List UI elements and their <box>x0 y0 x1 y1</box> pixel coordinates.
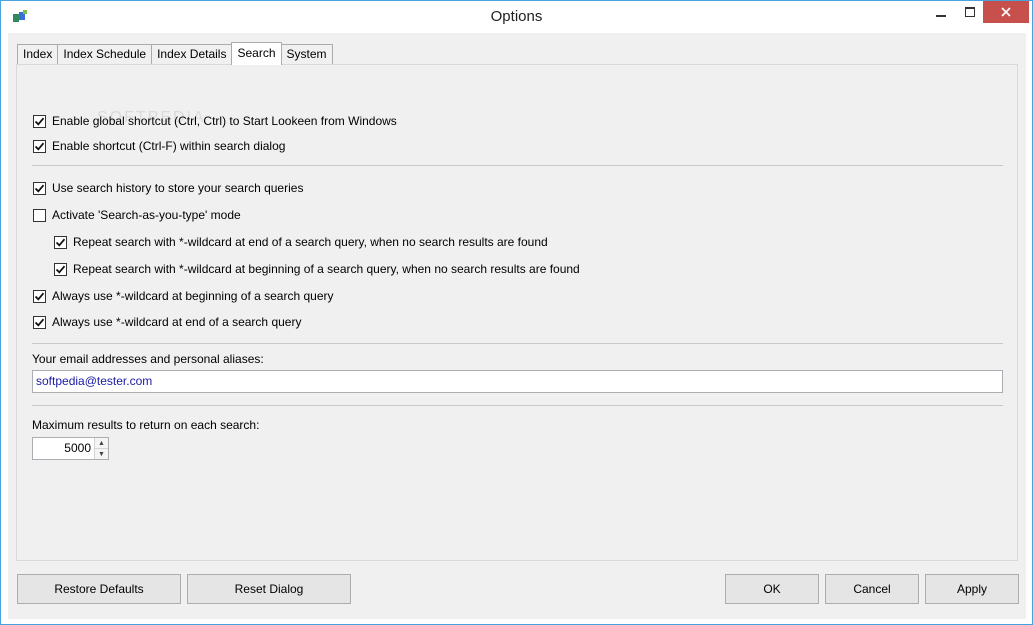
option-label: Repeat search with *-wildcard at end of … <box>73 235 548 249</box>
separator <box>32 405 1003 406</box>
checkbox[interactable] <box>33 208 46 222</box>
checkbox[interactable] <box>33 139 46 153</box>
close-icon[interactable] <box>983 1 1029 23</box>
dialog-client-area: Index Index Schedule Index Details Searc… <box>8 33 1026 619</box>
chevron-down-icon[interactable]: ▼ <box>95 448 108 459</box>
maximize-icon[interactable] <box>956 1 984 23</box>
title-bar[interactable]: Options <box>1 1 1032 33</box>
option-repeat-wildcard-end[interactable]: Repeat search with *-wildcard at end of … <box>54 234 548 250</box>
option-always-wildcard-end[interactable]: Always use *-wildcard at end of a search… <box>33 314 301 330</box>
chevron-up-icon[interactable]: ▲ <box>95 438 108 448</box>
checkbox[interactable] <box>33 315 46 329</box>
checkbox[interactable] <box>33 181 46 195</box>
option-label: Activate 'Search-as-you-type' mode <box>52 208 241 222</box>
max-results-value[interactable]: 5000 <box>33 438 94 459</box>
tab-strip: Index Index Schedule Index Details Searc… <box>17 42 333 65</box>
option-label: Enable shortcut (Ctrl-F) within search d… <box>52 139 286 153</box>
reset-dialog-button[interactable]: Reset Dialog <box>187 574 351 604</box>
tab-index-details[interactable]: Index Details <box>151 44 233 65</box>
option-label: Always use *-wildcard at end of a search… <box>52 315 302 329</box>
minimize-icon[interactable] <box>927 1 955 23</box>
option-label: Enable global shortcut (Ctrl, Ctrl) to S… <box>52 114 397 128</box>
checkbox[interactable] <box>54 235 67 249</box>
options-window: Options Index Index Schedule Index Detai… <box>0 0 1033 625</box>
option-search-history[interactable]: Use search history to store your search … <box>33 180 303 196</box>
ok-button[interactable]: OK <box>725 574 819 604</box>
email-label: Your email addresses and personal aliase… <box>32 352 264 366</box>
apply-button[interactable]: Apply <box>925 574 1019 604</box>
cancel-button[interactable]: Cancel <box>825 574 919 604</box>
window-title: Options <box>490 8 543 25</box>
stepper-buttons: ▲ ▼ <box>94 438 108 459</box>
email-field[interactable]: softpedia@tester.com <box>32 370 1003 393</box>
tab-index-schedule[interactable]: Index Schedule <box>57 44 153 65</box>
option-label: Use search history to store your search … <box>52 181 304 195</box>
checkbox[interactable] <box>54 262 67 276</box>
max-results-label: Maximum results to return on each search… <box>32 418 260 432</box>
search-tab-panel: SOFTPEDIA Enable global shortcut (Ctrl, … <box>16 64 1018 561</box>
tab-system[interactable]: System <box>280 44 333 65</box>
option-ctrl-f-shortcut[interactable]: Enable shortcut (Ctrl-F) within search d… <box>33 138 285 154</box>
option-repeat-wildcard-beginning[interactable]: Repeat search with *-wildcard at beginni… <box>54 261 580 277</box>
option-global-shortcut[interactable]: Enable global shortcut (Ctrl, Ctrl) to S… <box>33 113 397 129</box>
restore-defaults-button[interactable]: Restore Defaults <box>17 574 181 604</box>
checkbox[interactable] <box>33 289 46 303</box>
checkbox[interactable] <box>33 114 46 128</box>
option-search-as-you-type[interactable]: Activate 'Search-as-you-type' mode <box>33 207 241 223</box>
tab-search[interactable]: Search <box>231 42 282 65</box>
option-label: Always use *-wildcard at beginning of a … <box>52 289 334 303</box>
separator <box>32 165 1003 166</box>
tab-index[interactable]: Index <box>17 44 59 65</box>
option-always-wildcard-beginning[interactable]: Always use *-wildcard at beginning of a … <box>33 288 333 304</box>
separator <box>32 343 1003 344</box>
max-results-stepper[interactable]: 5000 ▲ ▼ <box>32 437 109 460</box>
option-label: Repeat search with *-wildcard at beginni… <box>73 262 580 276</box>
